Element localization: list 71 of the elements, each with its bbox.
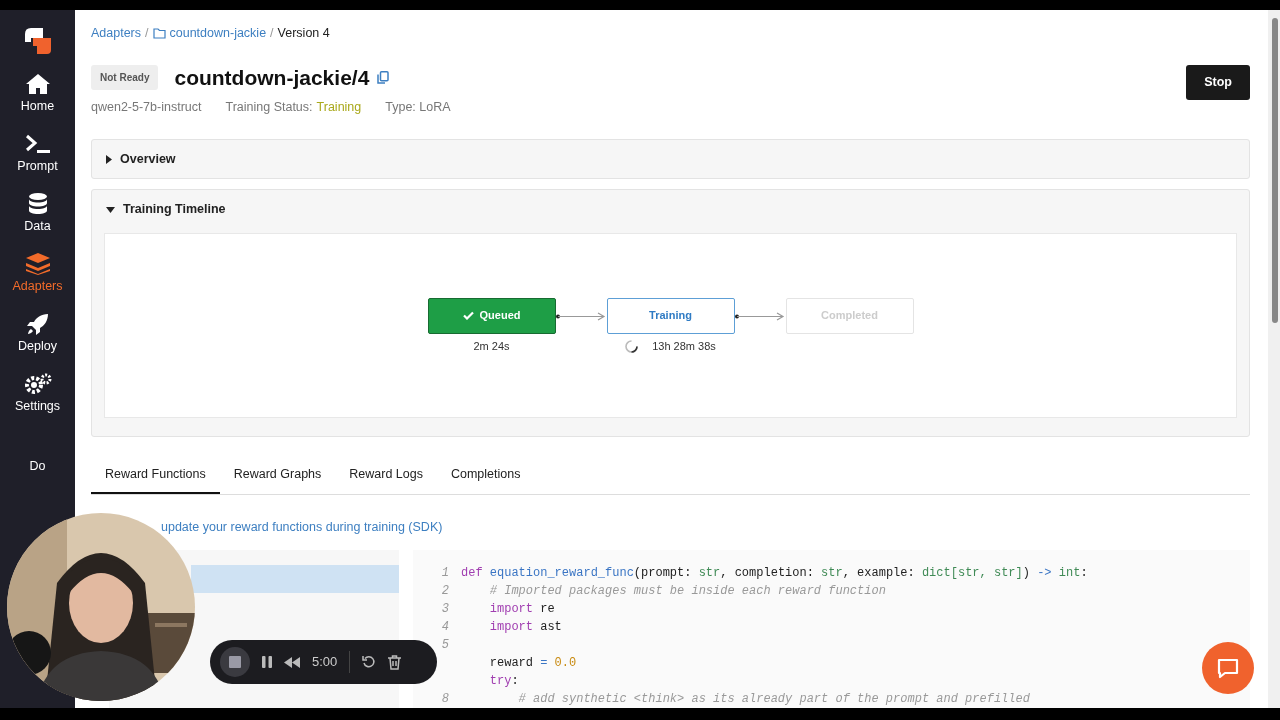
breadcrumb-current: Version 4 xyxy=(277,25,330,42)
adapter-type: Type: LoRA xyxy=(385,98,451,116)
rocket-icon xyxy=(26,312,49,336)
code-line: def equation_reward_func(prompt: str, completion: str, example: dict[str, str]) -> int: xyxy=(461,565,1088,583)
copy-icon[interactable] xyxy=(377,70,390,84)
line-number: 1 xyxy=(440,565,450,583)
caret-icon xyxy=(106,154,112,164)
nav-item[interactable]: Adapters xyxy=(0,252,75,312)
pause-button[interactable] xyxy=(262,656,272,668)
duration-text: 13h 28m 38s xyxy=(652,339,716,355)
rewind-button[interactable] xyxy=(284,656,300,668)
home-icon xyxy=(25,72,50,96)
connector-arrow xyxy=(555,311,607,321)
chat-icon xyxy=(1216,656,1240,680)
caret-icon xyxy=(106,206,115,213)
tab[interactable]: Reward Functions xyxy=(91,457,220,494)
delete-button[interactable] xyxy=(388,654,402,670)
check-icon xyxy=(462,311,474,321)
connector-arrow xyxy=(734,311,786,321)
breadcrumb-link[interactable]: countdown-jackie xyxy=(169,24,267,43)
help-link[interactable]: update your reward functions during training (SDK) xyxy=(161,519,443,534)
timeline-node: Training xyxy=(606,297,735,334)
nav-item[interactable]: Home xyxy=(0,72,75,132)
code-line: # Imported packages must be inside each reward function xyxy=(488,583,886,601)
status-badge: Not Ready xyxy=(91,64,159,90)
code-line: import re xyxy=(488,601,555,619)
spinner-icon xyxy=(625,340,639,354)
layers-icon xyxy=(25,252,50,276)
restart-icon xyxy=(362,655,377,669)
nav-item[interactable]: Settings xyxy=(0,372,75,432)
duration-text: 2m 24s xyxy=(473,339,510,355)
terminal-icon xyxy=(24,132,51,156)
status-value: Training xyxy=(316,98,362,116)
line-number: 8 xyxy=(440,691,450,708)
breadcrumb-separator: / xyxy=(145,25,149,42)
line-number: 3 xyxy=(440,601,450,619)
tab[interactable]: Reward Logs xyxy=(335,457,437,494)
line-number: 5 xyxy=(440,637,450,655)
trash-icon xyxy=(388,654,402,670)
database-icon xyxy=(28,192,47,216)
section-header[interactable]: Overview xyxy=(92,139,1249,179)
nav-item[interactable]: Deploy xyxy=(0,312,75,372)
page-title: countdown-jackie/4 xyxy=(174,64,370,90)
logo-icon[interactable] xyxy=(22,26,53,56)
section-header[interactable]: Training Timeline xyxy=(92,190,1249,234)
nav-item[interactable]: Data xyxy=(0,192,75,252)
code-line: import ast xyxy=(488,619,562,637)
status-label: Training Status: xyxy=(225,98,313,116)
stop-button[interactable]: Stop xyxy=(1186,64,1250,100)
scrollbar-thumb[interactable] xyxy=(1272,18,1278,323)
base-model: qwen2-5-7b-instruct xyxy=(91,98,202,116)
settings-icon xyxy=(23,372,52,396)
line-number: 2 xyxy=(440,583,450,601)
tab[interactable]: Completions xyxy=(436,457,535,494)
stop-icon xyxy=(229,656,241,668)
nav-item[interactable]: Prompt xyxy=(0,132,75,192)
code-line: reward = 0.0 xyxy=(488,655,577,673)
nav-item[interactable]: Do xyxy=(0,432,75,492)
line-number: 4 xyxy=(440,619,450,637)
code-line: try: xyxy=(488,673,519,691)
code-line: # add synthetic <think> as its already part of the prompt and prefilled xyxy=(517,691,1030,708)
restart-button[interactable] xyxy=(362,655,377,669)
tab[interactable]: Reward Graphs xyxy=(219,457,336,494)
rewind-icon xyxy=(284,656,300,668)
pause-icon xyxy=(262,656,272,668)
breadcrumb-link[interactable]: Adapters xyxy=(91,24,142,43)
stop-recording-button[interactable] xyxy=(220,647,250,677)
timeline-node: Queued xyxy=(427,297,556,334)
folder-icon xyxy=(152,27,166,39)
recording-time: 5:00 xyxy=(312,653,338,672)
breadcrumb-separator: / xyxy=(270,25,274,42)
